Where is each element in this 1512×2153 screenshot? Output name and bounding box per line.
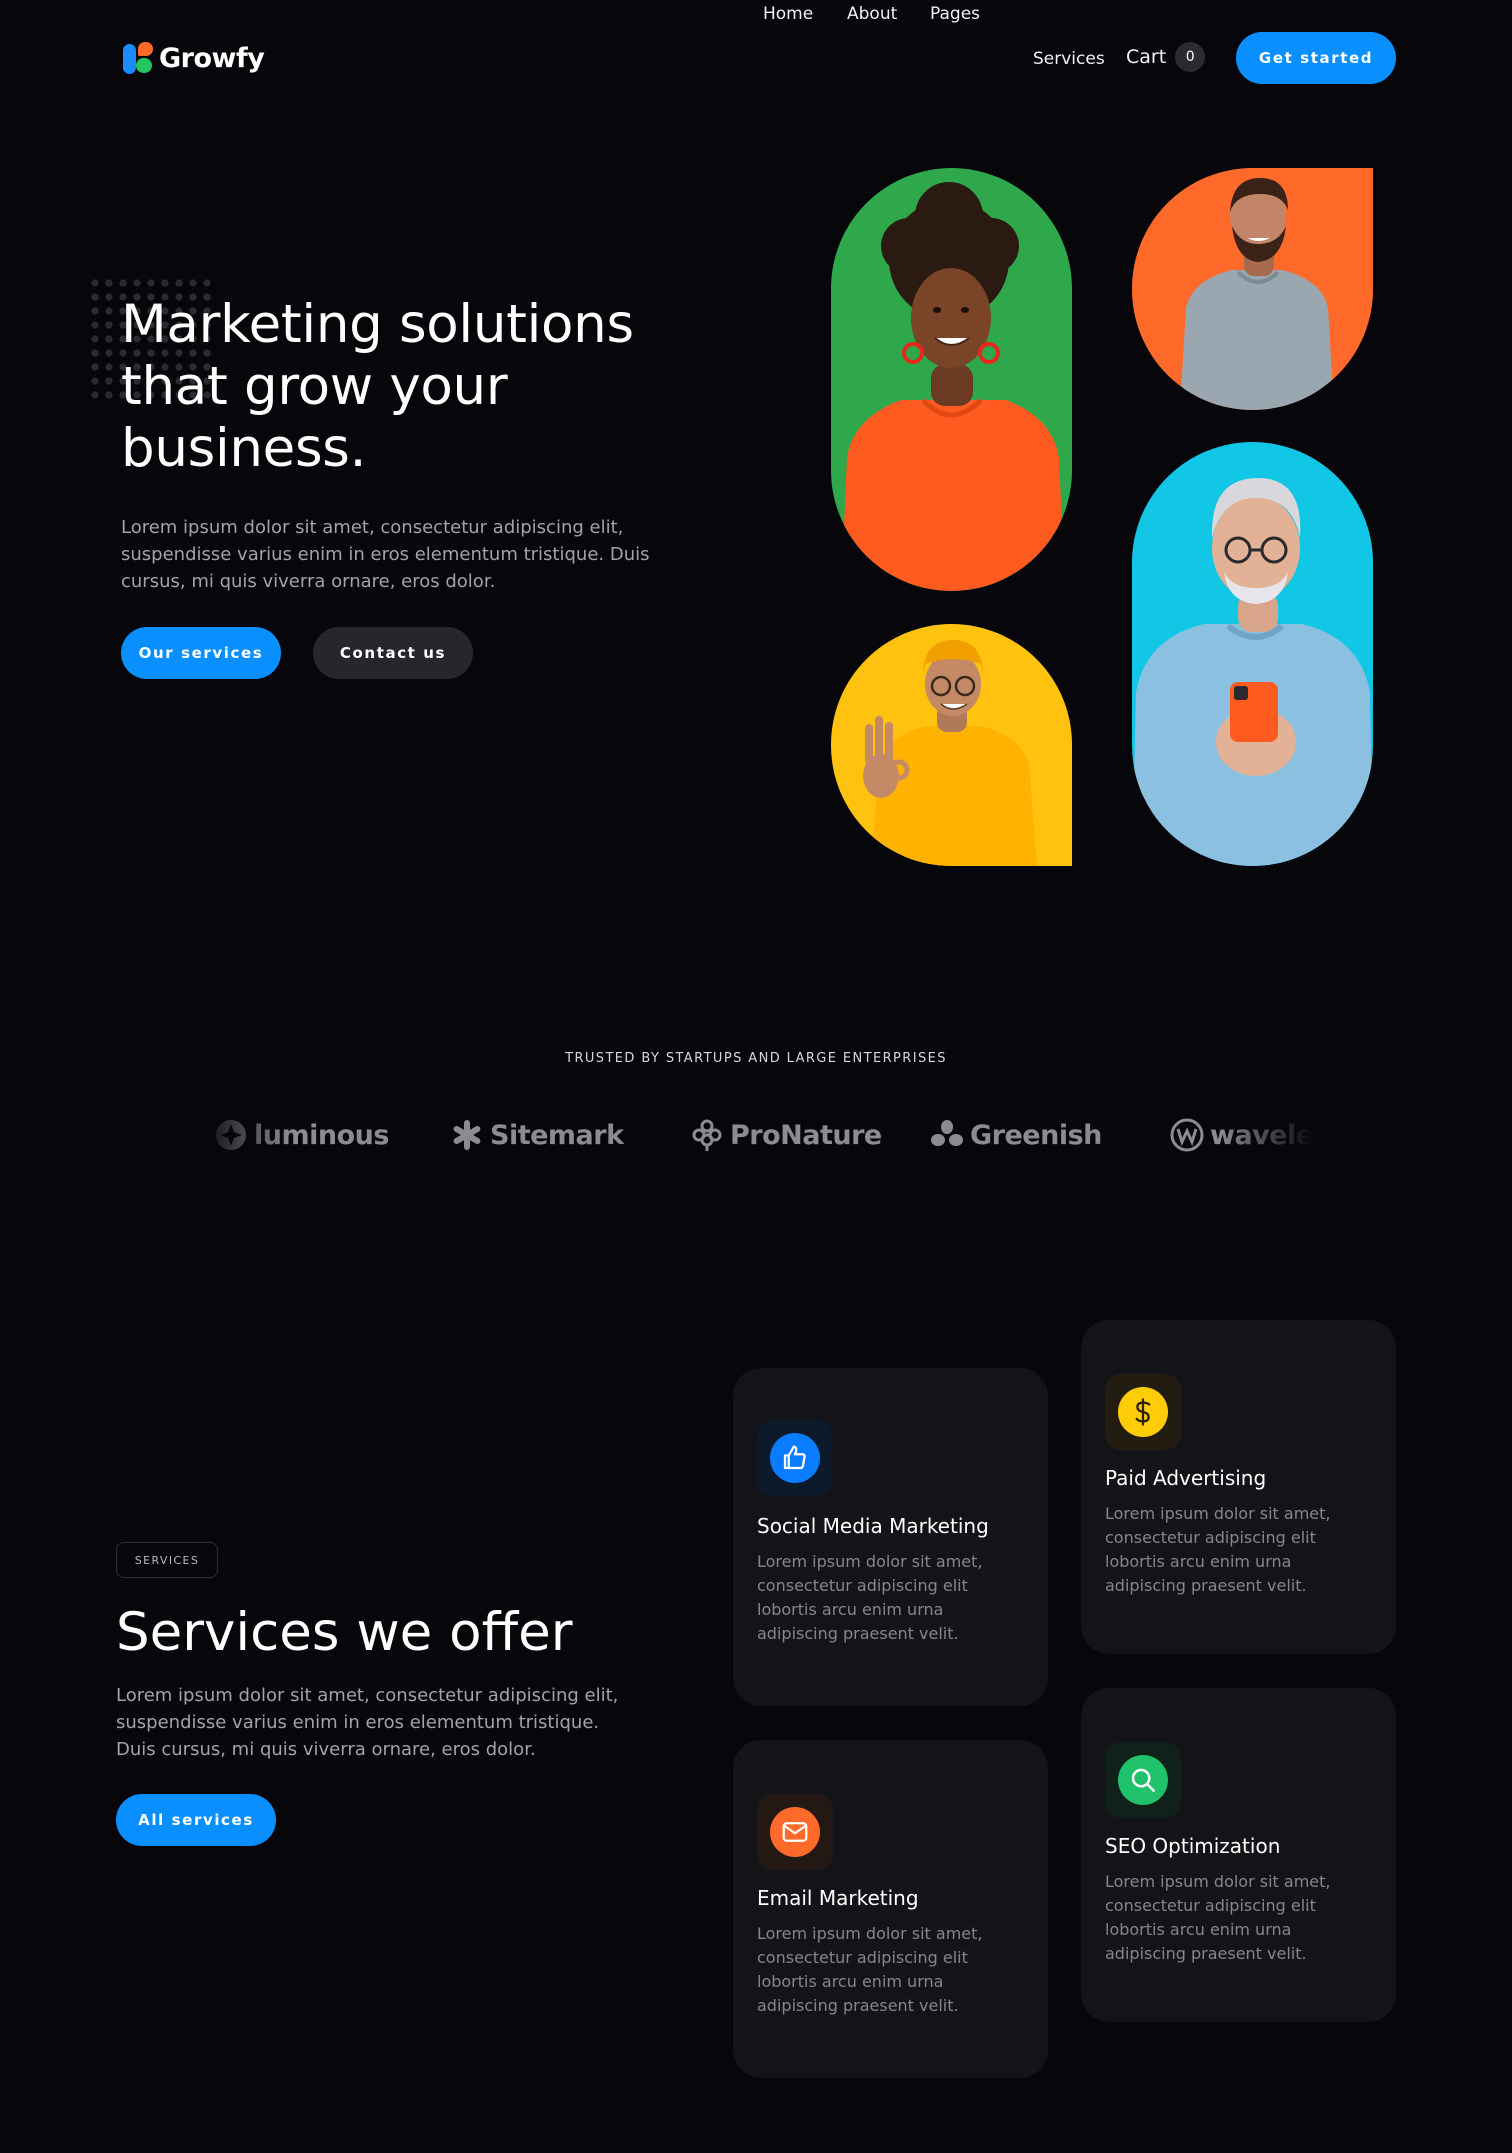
get-started-button[interactable]: Get started: [1236, 32, 1396, 84]
greenish-logo-icon: [931, 1120, 963, 1146]
dollar-icon: [1118, 1387, 1168, 1437]
card-text: Lorem ipsum dolor sit amet, consectetur …: [757, 1924, 983, 2015]
growfy-logo[interactable]: Growfy: [122, 40, 265, 76]
nav-services-link[interactable]: Services: [1033, 45, 1105, 73]
client-logo-sitemark: Sitemark: [450, 1105, 624, 1165]
brand-name: Growfy: [159, 42, 265, 74]
our-services-button[interactable]: Our services: [121, 627, 281, 679]
service-card-seo-optimization[interactable]: SEO Optimization Lorem ipsum dolor sit a…: [1081, 1688, 1396, 2022]
card-title: SEO Optimization: [1105, 1834, 1281, 1858]
service-card-social-media[interactable]: Social Media Marketing Lorem ipsum dolor…: [733, 1368, 1048, 1706]
client-name: Sitemark: [490, 1119, 624, 1151]
card-title: Email Marketing: [757, 1886, 919, 1910]
nav-home-link[interactable]: Home: [763, 0, 813, 28]
client-logo-greenish: Greenish: [930, 1105, 1102, 1165]
client-logo-strip: luminous Sitemark ProNature Greenish: [200, 1105, 1330, 1165]
services-tag: SERVICES: [116, 1542, 218, 1578]
client-logo-pronature: ProNature: [690, 1105, 882, 1165]
card-text: Lorem ipsum dolor sit amet, consectetur …: [1105, 1872, 1331, 1963]
hero-title: Marketing solutions that grow your busin…: [121, 294, 634, 479]
portrait-man-orange: [1132, 168, 1373, 410]
pronature-logo-icon: [692, 1119, 722, 1151]
all-services-button[interactable]: All services: [116, 1794, 276, 1846]
nav-about-link[interactable]: About: [847, 0, 897, 28]
service-card-paid-advertising[interactable]: Paid Advertising Lorem ipsum dolor sit a…: [1081, 1320, 1396, 1654]
card-text: Lorem ipsum dolor sit amet, consectetur …: [1105, 1504, 1331, 1595]
sitemark-logo-icon: [453, 1120, 481, 1150]
hero-description: Lorem ipsum dolor sit amet, consectetur …: [121, 517, 650, 592]
growfy-logo-icon: [122, 40, 156, 76]
services-title: Services we offer: [116, 1602, 573, 1663]
service-card-email-marketing[interactable]: Email Marketing Lorem ipsum dolor sit am…: [733, 1740, 1048, 2078]
portrait-older-man-cyan: [1132, 442, 1373, 866]
card-title: Social Media Marketing: [757, 1514, 989, 1538]
nav-pages-link[interactable]: Pages: [930, 0, 980, 28]
trusted-by-title: TRUSTED BY STARTUPS AND LARGE ENTERPRISE…: [565, 1051, 947, 1066]
client-name: Greenish: [970, 1119, 1102, 1151]
contact-us-button[interactable]: Contact us: [313, 627, 473, 679]
client-name: ProNature: [730, 1119, 882, 1151]
landing-page: Growfy Home About Pages Services Cart 0 …: [0, 0, 1512, 2153]
portrait-man-yellow: [831, 624, 1072, 866]
envelope-icon: [770, 1807, 820, 1857]
cart-count-badge: 0: [1175, 42, 1206, 72]
card-title: Paid Advertising: [1105, 1466, 1267, 1490]
cart-label: Cart: [1126, 46, 1167, 68]
waveless-logo-icon: [1170, 1118, 1204, 1152]
thumbs-up-icon: [770, 1433, 820, 1483]
search-icon: [1118, 1755, 1168, 1805]
card-text: Lorem ipsum dolor sit amet, consectetur …: [757, 1552, 983, 1643]
portrait-woman-green: [831, 168, 1072, 591]
services-description: Lorem ipsum dolor sit amet, consectetur …: [116, 1685, 619, 1760]
cart-button[interactable]: Cart 0: [1126, 42, 1206, 72]
